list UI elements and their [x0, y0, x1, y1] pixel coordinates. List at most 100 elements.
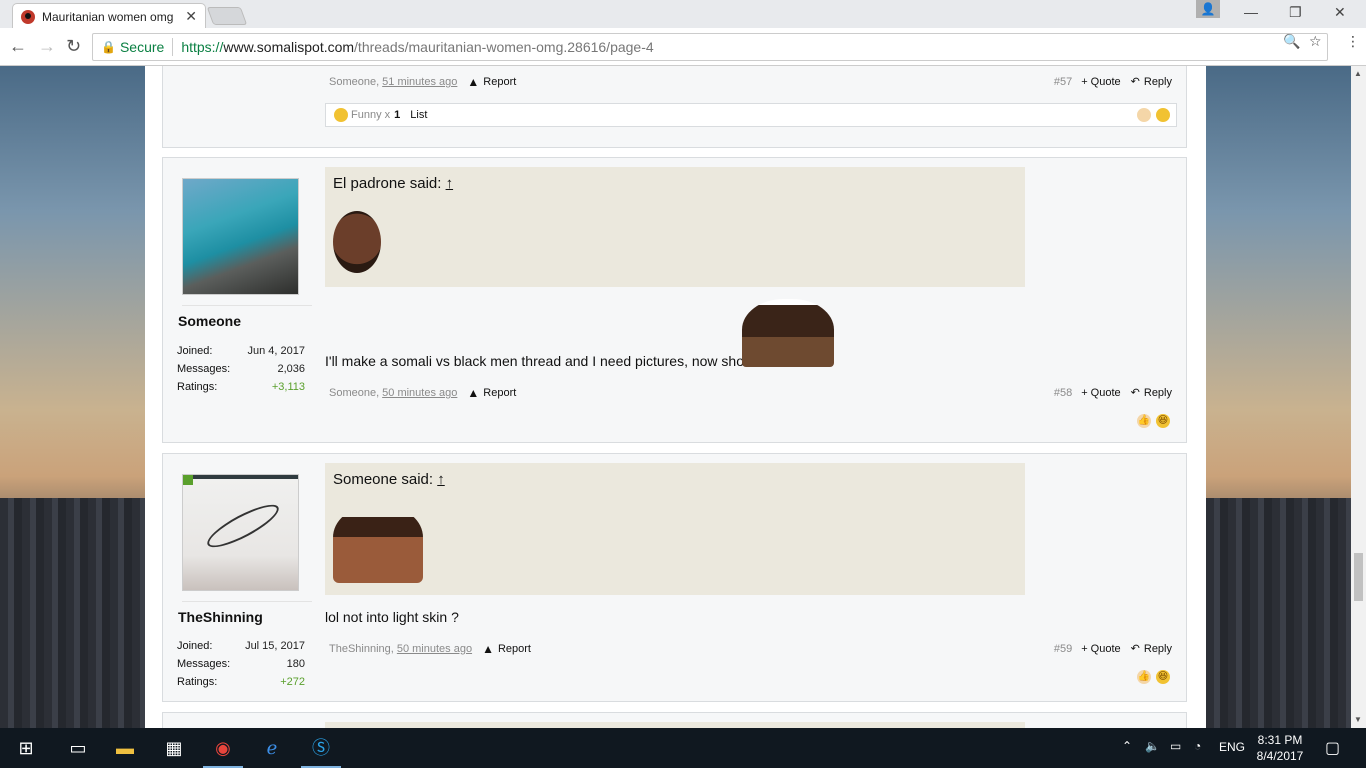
- post-number[interactable]: #57: [1054, 76, 1072, 88]
- page-viewport: Someone, 51 minutes ago ▲ Report #57 + Qu…: [0, 66, 1366, 728]
- post-actions: #57 + Quote ↶ Reply: [1054, 75, 1172, 89]
- reply-button[interactable]: Reply: [1144, 387, 1172, 399]
- action-center-icon[interactable]: ▢: [1325, 738, 1340, 758]
- bookmark-star-icon[interactable]: ☆: [1309, 33, 1322, 50]
- joined-label: Joined:: [177, 345, 213, 357]
- post-number[interactable]: #59: [1054, 643, 1072, 655]
- skype-icon[interactable]: Ⓢ: [309, 736, 333, 760]
- tab-strip: Mauritanian women omg ✕ 👤 — ❐ ✕: [0, 0, 1366, 29]
- rating-list-link[interactable]: List: [410, 109, 427, 121]
- user-divider: [182, 305, 312, 306]
- forward-icon[interactable]: →: [38, 36, 56, 57]
- post-57: Someone, 51 minutes ago ▲ Report #57 + Qu…: [162, 66, 1187, 148]
- avatar[interactable]: [182, 474, 299, 591]
- task-view-icon[interactable]: ▭: [66, 736, 90, 760]
- avatar[interactable]: [182, 178, 299, 295]
- reply-button[interactable]: Reply: [1144, 643, 1172, 655]
- browser-toolbar: ← → ↻ 🔒 Secure https:// www.somalispot.c…: [0, 28, 1366, 66]
- ratings-summary: Funny x 1 List: [325, 103, 1177, 127]
- like-icon[interactable]: 👍: [1137, 414, 1151, 428]
- scroll-down-icon[interactable]: ▼: [1354, 715, 1362, 724]
- back-icon[interactable]: ←: [9, 36, 27, 57]
- language-indicator[interactable]: ENG: [1219, 740, 1245, 754]
- funny-rate-icon[interactable]: [1156, 108, 1170, 122]
- post-image: [742, 299, 834, 367]
- internet-explorer-icon[interactable]: ℯ: [260, 736, 284, 760]
- joined-date: Jun 4, 2017: [247, 345, 306, 357]
- store-icon[interactable]: ▦: [162, 736, 186, 760]
- quote-button[interactable]: + Quote: [1081, 643, 1120, 655]
- post-body-text: lol not into light skin ?: [325, 609, 459, 625]
- report-label: Report: [483, 76, 517, 88]
- post-meta: Someone, 50 minutes ago ▲ Report: [329, 386, 517, 400]
- funny-rate-icon[interactable]: 😆: [1156, 414, 1170, 428]
- url-scheme: https://: [181, 39, 224, 55]
- username[interactable]: Someone: [178, 313, 241, 329]
- reply-icon: ↶: [1130, 387, 1140, 399]
- page-scrollbar[interactable]: ▲ ▼: [1351, 66, 1366, 728]
- report-button[interactable]: ▲ Report: [467, 75, 516, 89]
- post-58: Someone Joined: Jun 4, 2017 Messages: 2,03…: [162, 157, 1187, 443]
- quote-button[interactable]: + Quote: [1081, 387, 1120, 399]
- post-number[interactable]: #58: [1054, 387, 1072, 399]
- address-bar[interactable]: 🔒 Secure https:// www.somalispot.com /th…: [92, 33, 1328, 61]
- profile-icon[interactable]: 👤: [1196, 0, 1220, 18]
- reload-icon[interactable]: ↻: [66, 36, 81, 57]
- post-author[interactable]: TheShinning: [329, 643, 391, 655]
- post-time[interactable]: 51 minutes ago: [382, 76, 457, 88]
- volume-icon[interactable]: 🔈: [1145, 739, 1160, 753]
- ratings-label: Ratings:: [177, 676, 218, 688]
- username[interactable]: TheShinning: [178, 609, 263, 625]
- avatar-tattoo: [202, 497, 284, 555]
- battery-icon[interactable]: ▭: [1170, 739, 1181, 753]
- post-time[interactable]: 50 minutes ago: [382, 387, 457, 399]
- restore-icon[interactable]: ❐: [1289, 4, 1302, 21]
- reply-button[interactable]: Reply: [1144, 76, 1172, 88]
- like-icon[interactable]: 👍: [1137, 670, 1151, 684]
- windows-start-icon[interactable]: ⊞: [14, 736, 38, 760]
- close-window-icon[interactable]: ✕: [1334, 4, 1346, 21]
- post-meta: Someone, 51 minutes ago ▲ Report: [329, 75, 517, 89]
- report-button[interactable]: ▲ Report: [467, 386, 516, 400]
- quote-author: Someone said:: [333, 471, 434, 488]
- ratings-count[interactable]: +3,113: [272, 378, 305, 396]
- quote-jump-arrow[interactable]: ↑: [446, 175, 454, 192]
- like-icon[interactable]: [1137, 108, 1151, 122]
- address-separator: [172, 38, 174, 56]
- funny-rate-icon[interactable]: 😆: [1156, 670, 1170, 684]
- secure-label: Secure: [119, 39, 165, 55]
- file-explorer-icon[interactable]: ▬: [113, 736, 137, 760]
- post-actions: #58 + Quote ↶ Reply: [1054, 386, 1172, 400]
- lock-icon: 🔒: [101, 40, 116, 54]
- background-city-left: [0, 498, 145, 728]
- post-author[interactable]: Someone: [329, 387, 376, 399]
- warning-icon: ▲: [467, 386, 480, 400]
- warning-icon: ▲: [467, 75, 480, 89]
- menu-icon[interactable]: ⋮: [1346, 33, 1360, 50]
- quote-attribution: El padrone said: ↑: [333, 175, 453, 192]
- report-button[interactable]: ▲ Report: [482, 642, 531, 656]
- joined-date: Jul 15, 2017: [245, 640, 305, 652]
- new-tab-button[interactable]: [206, 7, 248, 25]
- chrome-icon[interactable]: ◉: [211, 736, 235, 760]
- post-60: [162, 712, 1187, 728]
- scrollbar-thumb[interactable]: [1354, 553, 1363, 601]
- close-tab-icon[interactable]: ✕: [185, 8, 197, 25]
- system-clock[interactable]: 8:31 PM 8/4/2017: [1255, 732, 1305, 764]
- quote-button[interactable]: + Quote: [1081, 76, 1120, 88]
- wifi-icon[interactable]: ◔: [1194, 739, 1201, 753]
- ratings-count[interactable]: +272: [280, 673, 305, 691]
- browser-tab[interactable]: Mauritanian women omg ✕: [12, 3, 206, 29]
- tray-overflow-icon[interactable]: ⌃: [1122, 739, 1132, 753]
- messages-count: 180: [286, 658, 305, 670]
- post-actions: #59 + Quote ↶ Reply: [1054, 642, 1172, 656]
- minimize-icon[interactable]: —: [1244, 4, 1258, 20]
- rate-buttons: [1137, 108, 1170, 122]
- joined-label: Joined:: [177, 640, 213, 652]
- post-author[interactable]: Someone: [329, 76, 376, 88]
- zoom-search-icon[interactable]: 🔍: [1283, 33, 1300, 50]
- post-time[interactable]: 50 minutes ago: [397, 643, 472, 655]
- user-divider: [182, 601, 312, 602]
- scroll-up-icon[interactable]: ▲: [1354, 69, 1362, 78]
- quote-jump-arrow[interactable]: ↑: [437, 471, 445, 488]
